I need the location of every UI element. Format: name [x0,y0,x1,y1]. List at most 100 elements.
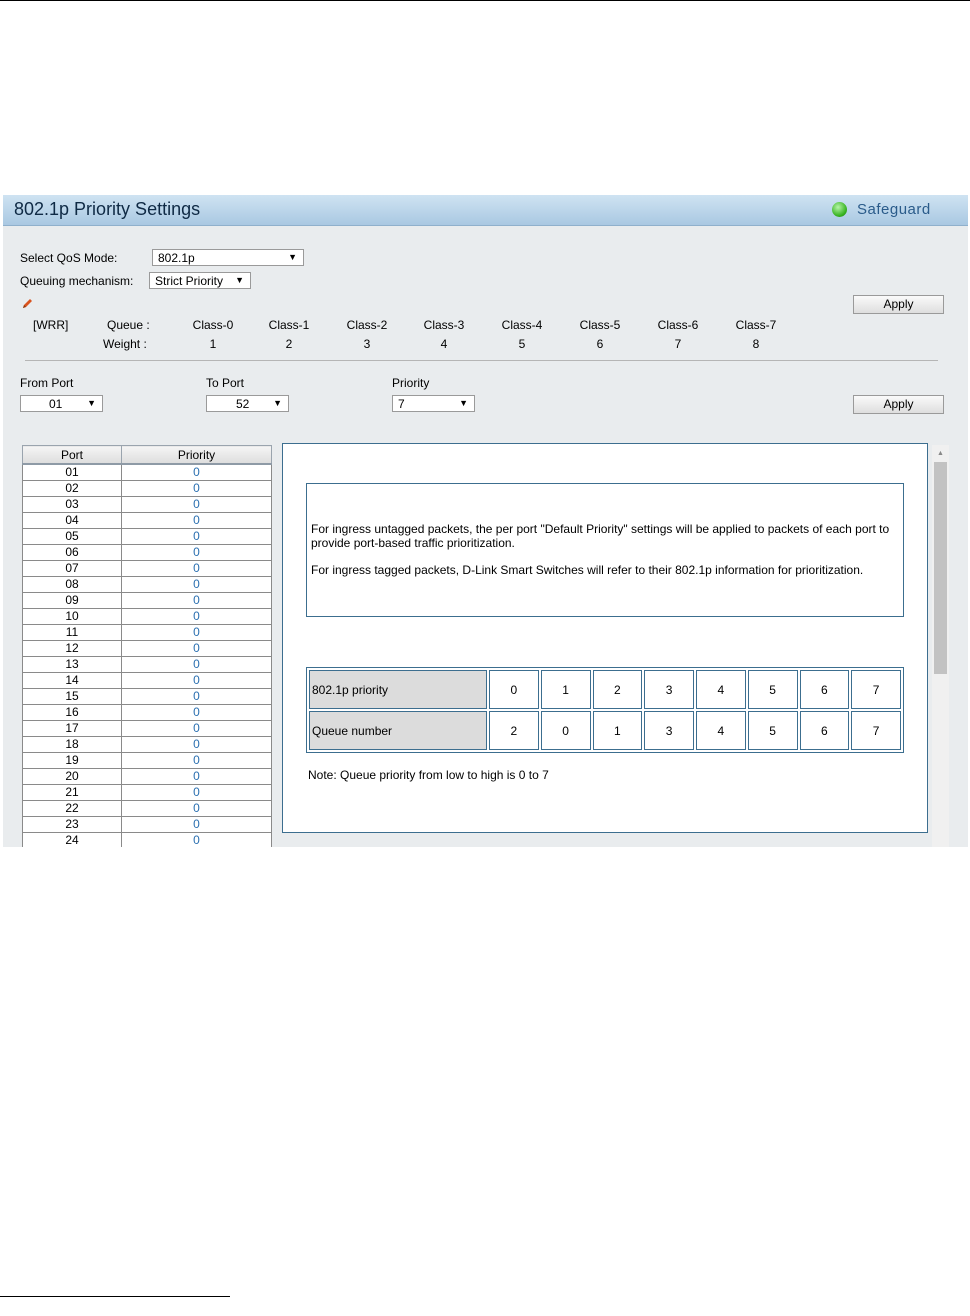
priority-cell: 0 [121,608,272,625]
queuing-mechanism-value: Strict Priority [155,274,224,288]
priority-cell: 0 [121,704,272,721]
chevron-down-icon: ▼ [87,398,96,408]
priority-cell: 0 [121,560,272,577]
class-label: Class-5 [579,318,621,332]
untagged-description: For ingress untagged packets, the per po… [311,522,890,550]
priority-cell: 5 [747,670,798,709]
weight-value: 3 [363,337,371,351]
priority-cell: 0 [121,688,272,705]
table-row: 19 0 [22,752,272,769]
priority-cell: 0 [121,752,272,769]
to-port-select[interactable]: 52 ▼ [206,395,289,412]
port-cell: 17 [22,720,122,737]
description-box: For ingress untagged packets, the per po… [306,483,904,617]
queue-cell: 3 [644,711,694,750]
port-cell: 24 [22,832,122,847]
table-row: 09 0 [22,592,272,609]
footnote-rule [0,1296,230,1297]
queue-cell: 6 [799,711,850,750]
table-row: 18 0 [22,736,272,753]
panel-titlebar: 802.1p Priority Settings Safeguard [3,195,968,226]
priority-cell: 0 [121,512,272,529]
port-cell: 20 [22,768,122,785]
qos-mode-value: 802.1p [158,251,195,265]
priority-cell: 0 [121,800,272,817]
scroll-up-icon[interactable]: ▲ [937,450,944,457]
table-row: 01 0 [22,464,272,481]
table-row: 08 0 [22,576,272,593]
priority-cell: 0 [121,496,272,513]
qos-apply-button[interactable]: Apply [853,295,944,314]
port-cell: 12 [22,640,122,657]
table-row: 15 0 [22,688,272,705]
weight-value: 8 [752,337,760,351]
priority-cell: 0 [121,592,272,609]
scrollbar[interactable]: ▲ [932,445,949,847]
queue-cell: 2 [489,711,539,750]
weight-label: Weight : [103,337,147,351]
table-row: 23 0 [22,816,272,833]
priority-cell: 0 [121,672,272,689]
port-apply-button[interactable]: Apply [853,395,944,414]
from-port-select[interactable]: 01 ▼ [20,395,103,412]
port-cell: 08 [22,576,122,593]
class-label: Class-6 [657,318,699,332]
port-cell: 18 [22,736,122,753]
table-row: Queue number 2 0 1 3 4 5 6 7 [309,711,901,750]
weight-value: 7 [674,337,682,351]
priority-cell: 0 [121,656,272,673]
priority-cell: 0 [121,528,272,545]
scrollbar-thumb[interactable] [934,462,947,674]
queue-cell: 0 [540,711,591,750]
port-column-header: Port [22,445,122,465]
port-cell: 14 [22,672,122,689]
table-row: 802.1p priority 0 1 2 3 4 5 6 7 [309,670,901,709]
priority-cell: 2 [592,670,643,709]
priority-cell: 0 [121,736,272,753]
class-label: Class-4 [501,318,543,332]
priority-cell: 0 [121,576,272,593]
priority-settings-panel: 802.1p Priority Settings Safeguard Selec… [3,195,968,847]
port-cell: 05 [22,528,122,545]
to-port-label: To Port [206,376,245,390]
safeguard-status-icon [832,202,847,217]
table-row: 16 0 [22,704,272,721]
qos-mode-select[interactable]: 802.1p ▼ [152,249,304,266]
table-row: 13 0 [22,656,272,673]
weight-value: 1 [209,337,217,351]
qos-mode-label: Select QoS Mode: [20,251,118,265]
table-row: 20 0 [22,768,272,785]
port-cell: 09 [22,592,122,609]
priority-cell: 0 [489,670,539,709]
table-row: 06 0 [22,544,272,561]
to-port-value: 52 [236,397,250,411]
queuing-mechanism-select[interactable]: Strict Priority ▼ [149,272,251,289]
priority-cell: 0 [121,640,272,657]
weight-value: 6 [596,337,604,351]
table-row: 03 0 [22,496,272,513]
chevron-down-icon: ▼ [288,252,297,262]
table-row: 04 0 [22,512,272,529]
table-row: 10 0 [22,608,272,625]
queue-cell: 4 [696,711,746,750]
port-cell: 01 [22,464,122,481]
priority-select[interactable]: 7 ▼ [392,395,475,412]
class-label: Class-7 [735,318,777,332]
priority-column-header: Priority [121,445,272,465]
tagged-description: For ingress tagged packets, D-Link Smart… [311,563,864,577]
port-cell: 21 [22,784,122,801]
port-cell: 03 [22,496,122,513]
pencil-icon[interactable] [21,298,33,310]
class-label: Class-1 [268,318,310,332]
port-cell: 23 [22,816,122,833]
port-cell: 07 [22,560,122,577]
table-row: 22 0 [22,800,272,817]
port-cell: 10 [22,608,122,625]
port-cell: 15 [22,688,122,705]
table-row: 05 0 [22,528,272,545]
class-label: Class-3 [423,318,465,332]
priority-cell: 6 [799,670,850,709]
priority-cell: 0 [121,624,272,641]
queue-label: Queue : [107,318,150,332]
priority-cell: 0 [121,768,272,785]
